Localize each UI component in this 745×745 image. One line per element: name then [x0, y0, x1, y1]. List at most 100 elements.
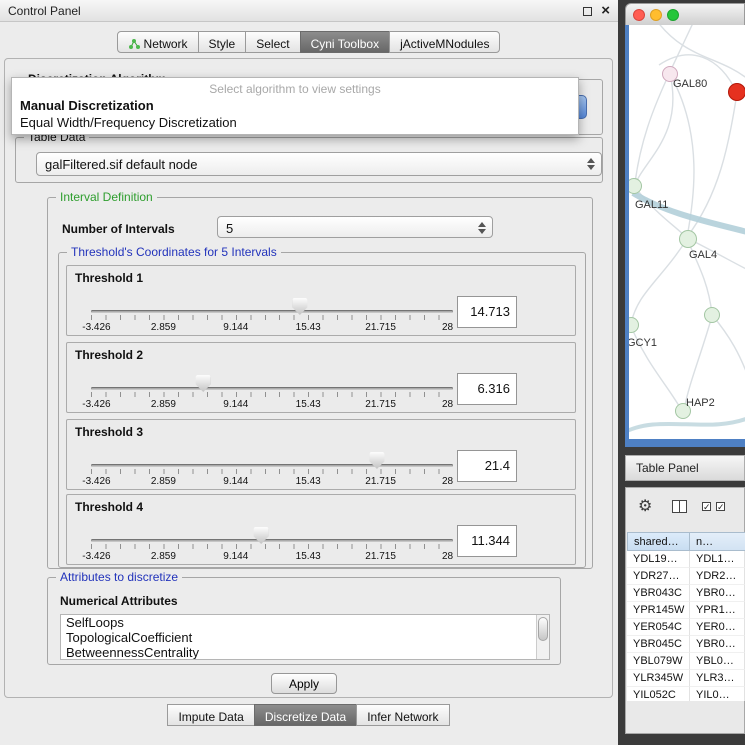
- columns-icon[interactable]: [672, 500, 687, 513]
- table-data-group: Table Data galFiltered.sif default node: [15, 137, 603, 183]
- table-panel-titlebar: Table Panel: [625, 455, 745, 481]
- table-row[interactable]: YDL19… YDL1…: [627, 551, 745, 568]
- control-panel-tabbar: Network Style Select Cyni Toolbox jActiv…: [0, 31, 618, 53]
- deselect-all-checkbox-icon[interactable]: ✓: [716, 502, 725, 511]
- slider-track: [91, 464, 453, 467]
- threshold-1-slider[interactable]: -3.4262.8599.14415.4321.71528: [91, 296, 453, 336]
- combo-arrows-icon: [586, 158, 595, 172]
- apply-button[interactable]: Apply: [271, 673, 337, 694]
- scale-label: 28: [442, 322, 453, 333]
- table-row[interactable]: YPR145W YPR1…: [627, 602, 745, 619]
- scale-label: 15.43: [296, 322, 321, 333]
- network-node[interactable]: [629, 317, 639, 333]
- cell-name: YPR1…: [690, 602, 745, 619]
- network-node[interactable]: [704, 307, 720, 323]
- close-window-icon[interactable]: ×: [601, 2, 610, 19]
- table-row[interactable]: YDR27… YDR2…: [627, 568, 745, 585]
- network-node-label: GCY1: [629, 337, 657, 349]
- list-item[interactable]: BetweennessCentrality: [61, 645, 549, 660]
- tab-select[interactable]: Select: [245, 31, 300, 53]
- network-node[interactable]: [728, 83, 745, 101]
- cell-shared-name: YBL079W: [627, 653, 690, 670]
- cell-name: YBR0…: [690, 585, 745, 602]
- threshold-3-slider[interactable]: -3.4262.8599.14415.4321.71528: [91, 450, 453, 490]
- table-row[interactable]: YIL052C YIL0…: [627, 687, 745, 701]
- interval-definition-group: Interval Definition Number of Intervals …: [47, 197, 593, 569]
- threshold-4-value-field[interactable]: 11.344: [457, 525, 517, 557]
- slider-ticks: [91, 469, 453, 474]
- table-row[interactable]: YBR043C YBR0…: [627, 585, 745, 602]
- window-title: Control Panel: [8, 4, 81, 18]
- minimize-traffic-light-icon[interactable]: [650, 9, 662, 21]
- table-panel-title: Table Panel: [636, 461, 699, 475]
- numerical-attributes-list[interactable]: SelfLoopsTopologicalCoefficientBetweenne…: [60, 614, 550, 660]
- table-row[interactable]: YLR345W YLR3…: [627, 670, 745, 687]
- list-item[interactable]: TopologicalCoefficient: [61, 630, 549, 645]
- column-header-shared-name[interactable]: shared…: [627, 532, 690, 551]
- cyni-toolbox-panel: Discretization Algorithm Select algorith…: [4, 58, 613, 698]
- popup-option-manual-discretization[interactable]: Manual Discretization: [12, 96, 578, 113]
- network-node[interactable]: [679, 230, 697, 248]
- scale-label: 9.144: [223, 322, 248, 333]
- select-all-checkbox-icon[interactable]: ✓: [702, 502, 711, 511]
- slider-scale: -3.4262.8599.14415.4321.71528: [91, 551, 453, 563]
- scale-label: 21.715: [365, 399, 396, 410]
- threshold-3-panel: Threshold 3 -3.4262.8599.14415.4321.7152…: [66, 419, 576, 490]
- slider-ticks: [91, 315, 453, 320]
- group-label: Threshold's Coordinates for 5 Intervals: [67, 245, 281, 259]
- tab-network[interactable]: Network: [117, 31, 199, 53]
- cell-name: YDL1…: [690, 551, 745, 568]
- table-row[interactable]: YBL079W YBL0…: [627, 653, 745, 670]
- popup-hint: Select algorithm to view settings: [12, 82, 578, 96]
- tab-label: Infer Network: [367, 710, 438, 724]
- tab-discretize-data[interactable]: Discretize Data: [254, 704, 357, 726]
- network-canvas[interactable]: GAL80 GAL11 GAL4 GCY1: [629, 25, 745, 439]
- threshold-1-panel: Threshold 1 -3.4262.8599.14415.4321.7152…: [66, 265, 576, 336]
- scale-label: -3.426: [82, 322, 110, 333]
- cell-shared-name: YLR345W: [627, 670, 690, 687]
- scrollbar-thumb[interactable]: [538, 617, 548, 641]
- tab-jactivemnodules[interactable]: jActiveMNodules: [389, 31, 500, 53]
- network-node[interactable]: [629, 178, 642, 194]
- cell-shared-name: YIL052C: [627, 687, 690, 701]
- close-traffic-light-icon[interactable]: [633, 9, 645, 21]
- popup-option-equal-width-frequency[interactable]: Equal Width/Frequency Discretization: [12, 113, 578, 130]
- cell-shared-name: YPR145W: [627, 602, 690, 619]
- threshold-2-slider[interactable]: -3.4262.8599.14415.4321.71528: [91, 373, 453, 413]
- list-scrollbar[interactable]: [536, 615, 549, 659]
- numerical-attributes-label: Numerical Attributes: [60, 594, 178, 608]
- tab-style[interactable]: Style: [198, 31, 247, 53]
- threshold-4-slider[interactable]: -3.4262.8599.14415.4321.71528: [91, 525, 453, 565]
- column-header-name[interactable]: n…: [689, 532, 745, 551]
- table-header-row: shared… n…: [627, 532, 745, 551]
- number-of-intervals-combo[interactable]: 5: [217, 216, 493, 238]
- float-window-icon[interactable]: [583, 7, 592, 16]
- network-node-label: GAL4: [689, 249, 717, 261]
- threshold-2-value-field[interactable]: 6.316: [457, 373, 517, 405]
- threshold-3-label: Threshold 3: [75, 425, 143, 439]
- scale-label: 15.43: [296, 551, 321, 562]
- scale-label: 9.144: [223, 551, 248, 562]
- tab-impute-data[interactable]: Impute Data: [167, 704, 254, 726]
- threshold-4-label: Threshold 4: [75, 500, 143, 514]
- tab-infer-network[interactable]: Infer Network: [356, 704, 449, 726]
- tab-label: Cyni Toolbox: [311, 37, 379, 51]
- control-panel-window: Control Panel × Network Style Select Cyn…: [0, 0, 618, 745]
- table-browser-window: ⚙ ✓ ✓ shared… n… YDL19… YDL1… YDR27… YDR…: [625, 487, 745, 734]
- table-data-combo[interactable]: galFiltered.sif default node: [36, 152, 602, 176]
- table-row[interactable]: YBR045C YBR0…: [627, 636, 745, 653]
- gear-icon[interactable]: ⚙: [638, 496, 652, 516]
- thresholds-coordinates-group: Threshold's Coordinates for 5 Intervals …: [58, 252, 586, 568]
- list-item[interactable]: SelfLoops: [61, 615, 549, 630]
- bottom-tabbar: Impute Data Discretize Data Infer Networ…: [0, 704, 618, 726]
- threshold-1-value-field[interactable]: 14.713: [457, 296, 517, 328]
- zoom-traffic-light-icon[interactable]: [667, 9, 679, 21]
- tab-cyni-toolbox[interactable]: Cyni Toolbox: [300, 31, 390, 53]
- table-row[interactable]: YER054C YER0…: [627, 619, 745, 636]
- cell-name: YBR0…: [690, 636, 745, 653]
- combo-arrows-icon: [477, 222, 486, 236]
- scale-label: 9.144: [223, 399, 248, 410]
- tab-label: Discretize Data: [265, 710, 346, 724]
- threshold-3-value-field[interactable]: 21.4: [457, 450, 517, 482]
- tab-label: Impute Data: [178, 710, 243, 724]
